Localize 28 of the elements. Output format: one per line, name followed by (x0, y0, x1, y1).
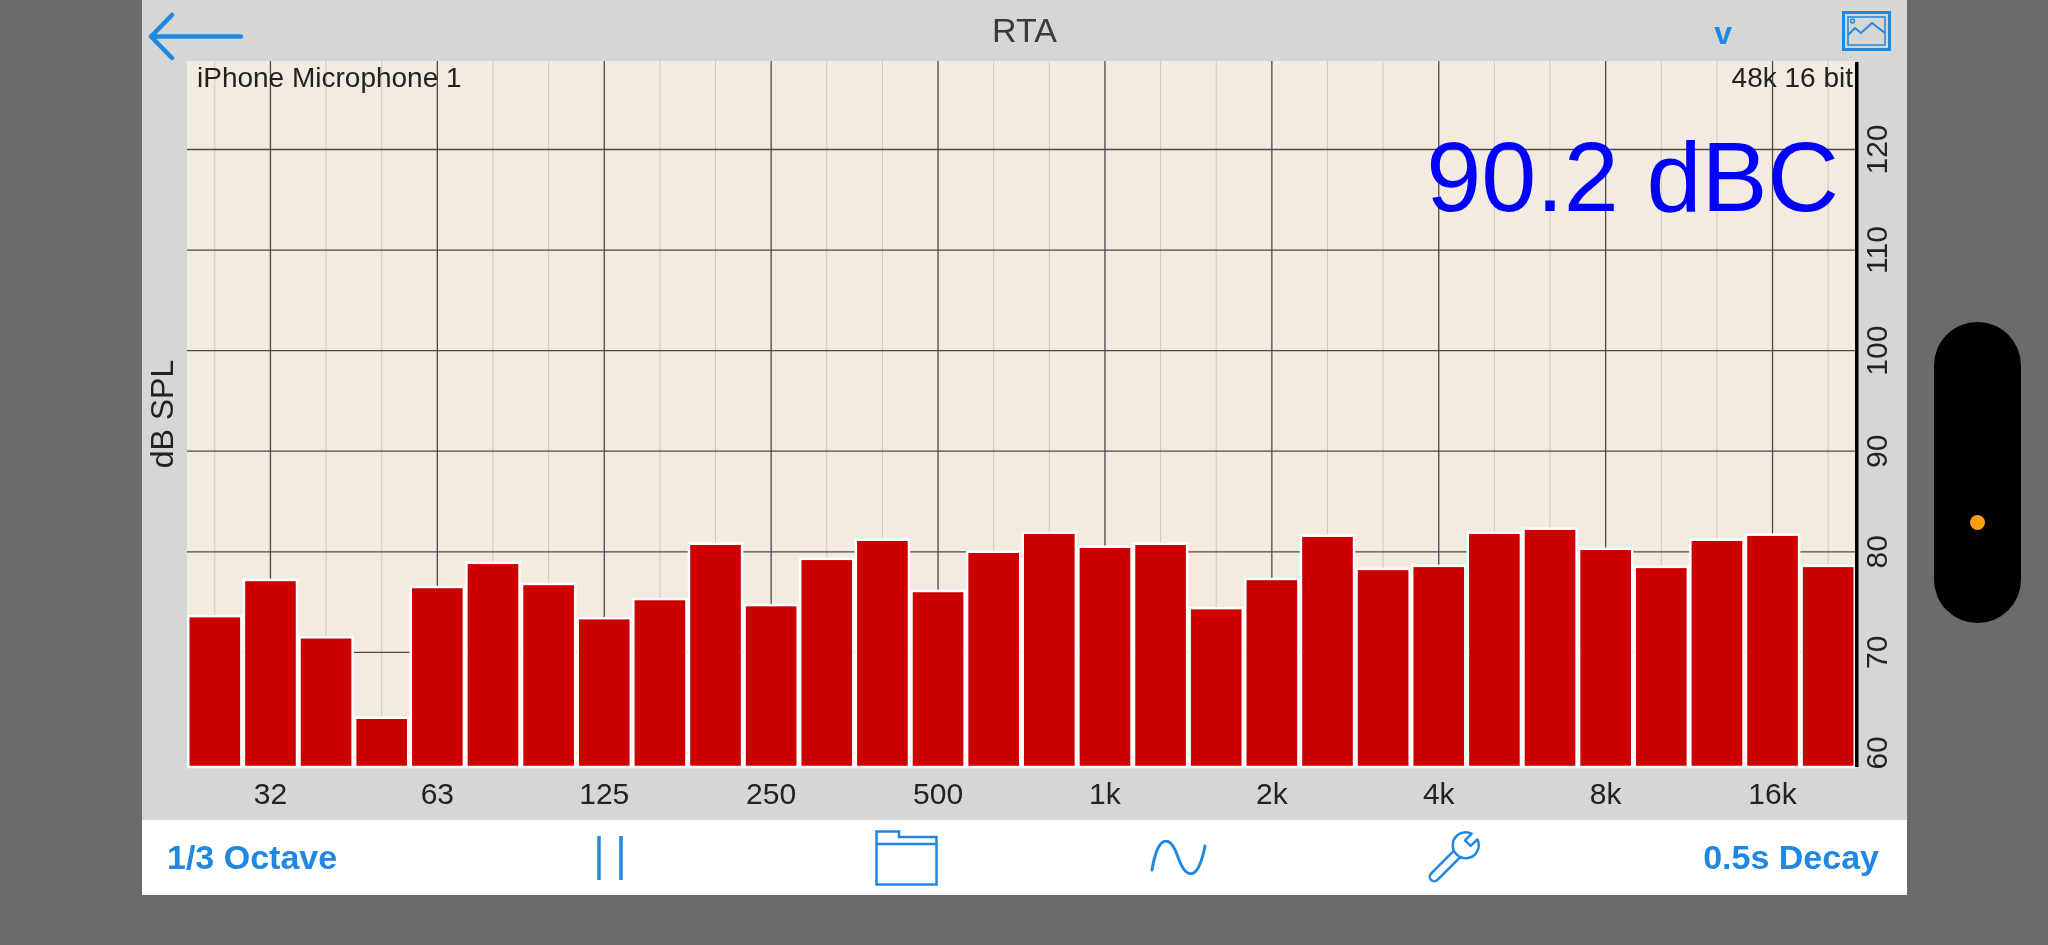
y-tick-label: 110 (1860, 226, 1894, 274)
x-tick-label: 500 (913, 777, 964, 810)
x-tick-label: 63 (420, 777, 455, 810)
y-axis-title: dB SPL (144, 359, 180, 469)
back-arrow-icon[interactable] (148, 12, 244, 61)
x-tick-label: 32 (253, 777, 288, 810)
x-tick-label: 4k (1422, 777, 1455, 810)
resolution-button[interactable]: 1/3 Octave (167, 838, 338, 877)
x-tick-label: 1k (1089, 777, 1121, 810)
y-tick-label: 100 (1860, 325, 1894, 376)
x-tick-label: 8k (1589, 777, 1622, 810)
menu-button[interactable]: v (1714, 16, 1732, 49)
image-icon[interactable] (1842, 10, 1891, 51)
y-tick-label: 120 (1860, 124, 1894, 175)
window-title: RTA (992, 11, 1057, 50)
x-tick-label: 125 (579, 777, 630, 810)
pause-icon[interactable] (596, 834, 624, 881)
y-tick-label: 80 (1860, 535, 1894, 569)
sine-wave-icon[interactable] (1149, 840, 1207, 875)
decay-button[interactable]: 0.5s Decay (1703, 838, 1879, 877)
x-tick-label: 2k (1256, 777, 1288, 810)
indicator-dot-icon (1970, 515, 1985, 530)
y-tick-label: 60 (1860, 736, 1894, 770)
x-tick-label: 16k (1748, 777, 1797, 810)
x-tick-label: 250 (746, 777, 797, 810)
y-tick-label: 90 (1860, 434, 1894, 468)
folder-icon[interactable] (874, 829, 938, 886)
y-tick-label: 70 (1860, 635, 1894, 670)
